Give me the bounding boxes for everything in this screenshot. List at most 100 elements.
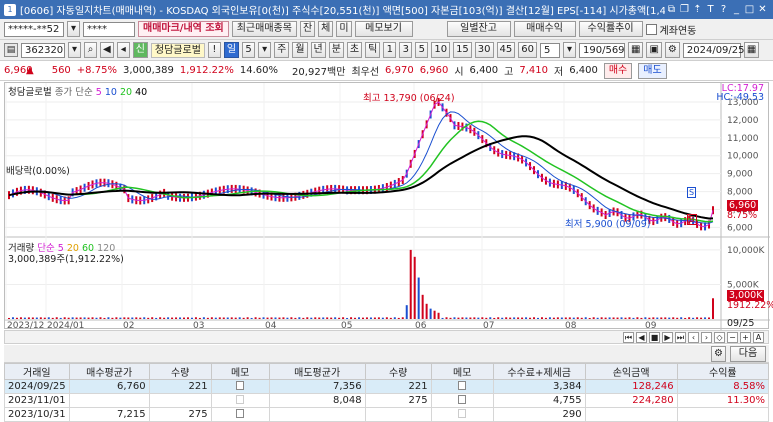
volume-bar: [183, 317, 186, 319]
header-trade-date[interactable]: 거래일: [4, 363, 70, 380]
prev-icon[interactable]: ◀: [636, 331, 647, 343]
header-return[interactable]: 수익률: [676, 363, 770, 380]
interval-custom-input[interactable]: 5: [540, 42, 560, 58]
volume-bar: [493, 317, 496, 319]
table-row[interactable]: 2024/09/25 6,760 221 7,356 221 3,384 128…: [4, 379, 770, 394]
buy-button[interactable]: 매수: [603, 62, 633, 79]
period-second-button[interactable]: 초: [346, 42, 363, 58]
maximize-icon[interactable]: □: [743, 4, 756, 15]
period-minute-button[interactable]: 분: [328, 42, 344, 58]
header-sell-memo[interactable]: 메모: [430, 363, 494, 380]
password-input[interactable]: ****: [83, 21, 135, 37]
play-icon[interactable]: ▶: [662, 331, 673, 343]
volume-bar: [119, 317, 122, 319]
account-dropdown-icon[interactable]: ▾: [67, 21, 80, 37]
scroll-left-icon[interactable]: ‹: [688, 331, 699, 343]
interval-30-button[interactable]: 30: [474, 42, 494, 58]
memo-view-button[interactable]: 메모보기: [354, 21, 413, 37]
header-buy-qty[interactable]: 수량: [148, 363, 212, 380]
xaxis-tick-label: 08: [565, 321, 577, 330]
header-buy-memo[interactable]: 메모: [210, 363, 270, 380]
table-settings-icon[interactable]: ⚙: [711, 345, 726, 362]
sell-button[interactable]: 매도: [638, 62, 667, 79]
interval-3-button[interactable]: 3: [399, 42, 413, 58]
period-weekly-button[interactable]: 주: [274, 42, 290, 58]
executed-button[interactable]: 체: [318, 21, 334, 37]
interval-45-button[interactable]: 45: [496, 42, 516, 58]
volume-bar: [652, 317, 655, 319]
period-n-button[interactable]: 5: [242, 42, 256, 58]
memo-icon[interactable]: [236, 380, 245, 390]
memo-icon[interactable]: [458, 394, 467, 404]
account-input[interactable]: *****-**52: [4, 21, 64, 37]
save-icon[interactable]: ▣: [646, 42, 662, 58]
interval-1-button[interactable]: 1: [383, 42, 397, 58]
unfilled-button[interactable]: 미: [336, 21, 352, 37]
volume-bar: [373, 317, 376, 319]
next-button[interactable]: 다음: [730, 345, 766, 362]
pin-icon[interactable]: ⇡: [691, 4, 704, 15]
volume-bar: [222, 317, 225, 319]
trade-profit-button[interactable]: 매매수익: [513, 21, 576, 37]
header-sell-qty[interactable]: 수량: [364, 363, 432, 380]
copy-icon[interactable]: ❐: [678, 4, 691, 15]
help-icon[interactable]: ?: [717, 4, 730, 15]
period-monthly-button[interactable]: 월: [292, 42, 308, 58]
scroll-right-icon[interactable]: ›: [701, 331, 712, 343]
trade-history-table: 거래일 매수평균가 수량 메모 매도평균가 수량 메모 수수료+제세금 손익금액…: [4, 363, 770, 422]
xaxis-end-label: 09/25: [727, 318, 755, 329]
header-pnl[interactable]: 손익금액: [584, 363, 678, 380]
interval-5-button[interactable]: 5: [415, 42, 429, 58]
balance-button[interactable]: 잔: [299, 21, 316, 37]
volume-bar: [369, 317, 372, 319]
text-size-icon[interactable]: A: [753, 331, 764, 343]
close-icon[interactable]: ✕: [756, 4, 769, 15]
period-tick-button[interactable]: 틱: [365, 42, 381, 58]
interval-10-button[interactable]: 10: [431, 42, 451, 58]
up-arrow-icon: ▲: [26, 65, 34, 76]
stock-code-input[interactable]: 362320: [21, 42, 65, 58]
price-volume-chart[interactable]: 13,00012,00011,00010,0009,0008,0007,0006…: [5, 83, 770, 330]
recent-trades-button[interactable]: 최근매매종목: [231, 21, 297, 37]
period-daily-button[interactable]: 일: [223, 42, 240, 58]
table-row[interactable]: 2023/10/31 7,215 275 290: [4, 407, 770, 422]
zoom-out-icon[interactable]: −: [727, 331, 738, 343]
interval-60-button[interactable]: 60: [518, 42, 537, 58]
zoom-fit-icon[interactable]: ◇: [714, 331, 725, 343]
daily-balance-button[interactable]: 일별잔고: [446, 21, 511, 37]
count-input[interactable]: 190/569: [579, 42, 625, 58]
minimize-icon[interactable]: _: [730, 4, 743, 15]
interval-15-button[interactable]: 15: [453, 42, 472, 58]
interval-dropdown-icon[interactable]: ▾: [563, 42, 576, 58]
last-icon[interactable]: ⏭: [675, 331, 686, 343]
font-icon[interactable]: T: [704, 4, 717, 15]
first-icon[interactable]: ⏮: [623, 331, 634, 343]
memo-icon[interactable]: [236, 394, 245, 404]
date-input[interactable]: 2024/09/25: [682, 42, 745, 58]
code-dropdown-icon[interactable]: ▾: [68, 42, 81, 58]
table-row[interactable]: 2023/11/01 8,048 275 4,755 224,280 11.30…: [4, 393, 770, 408]
zoom-in-icon[interactable]: +: [740, 331, 751, 343]
calendar-icon[interactable]: ▦: [743, 42, 760, 58]
memo-icon[interactable]: [458, 380, 467, 390]
chart-area[interactable]: 13,00012,00011,00010,0009,0008,0007,0006…: [4, 82, 773, 330]
account-link-checkbox[interactable]: [645, 23, 657, 35]
chart-menu-icon[interactable]: ▤: [4, 43, 18, 57]
profit-trend-button[interactable]: 수익률추이: [578, 21, 643, 37]
header-sell-avg[interactable]: 매도평균가: [268, 363, 366, 380]
alert-icon[interactable]: !: [207, 42, 221, 58]
period-dropdown-icon[interactable]: ▾: [258, 42, 272, 58]
trade-mark-button[interactable]: 매매마크/내역 조회: [138, 21, 229, 37]
memo-icon[interactable]: [236, 408, 245, 418]
memo-icon[interactable]: [458, 408, 467, 418]
header-buy-avg[interactable]: 매수평균가: [68, 363, 150, 380]
header-fee-tax[interactable]: 수수료+제세금: [492, 363, 586, 380]
settings-icon[interactable]: ⚙: [664, 42, 680, 58]
grid-icon[interactable]: ▦: [628, 42, 644, 58]
period-yearly-button[interactable]: 년: [310, 42, 326, 58]
search-icon[interactable]: ⌕: [84, 42, 97, 58]
link-icon[interactable]: ⧉: [665, 4, 678, 15]
stop-icon[interactable]: ■: [649, 331, 660, 343]
sound-icon[interactable]: ◀: [100, 42, 114, 58]
prev-stock-icon[interactable]: ◂: [116, 42, 130, 58]
